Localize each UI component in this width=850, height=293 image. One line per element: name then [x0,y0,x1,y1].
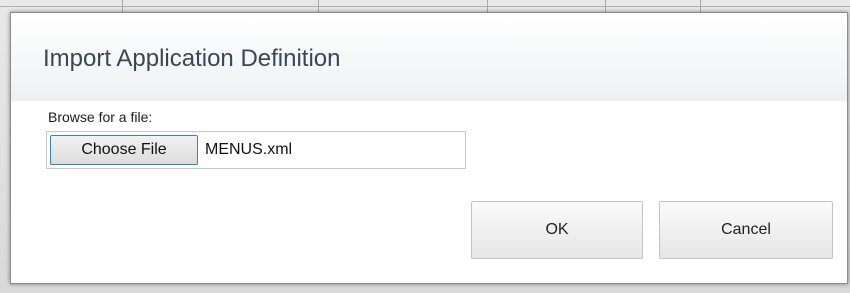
background-divider [0,6,850,7]
dialog-title: Import Application Definition [43,45,341,72]
import-dialog: Import Application Definition Browse for… [10,12,848,284]
selected-file-name: MENUS.xml [205,141,293,158]
file-input[interactable]: Choose File MENUS.xml [46,131,466,169]
browse-label: Browse for a file: [48,109,153,125]
ok-button[interactable]: OK [471,201,643,259]
cancel-button[interactable]: Cancel [659,201,833,259]
choose-file-button[interactable]: Choose File [50,135,198,165]
